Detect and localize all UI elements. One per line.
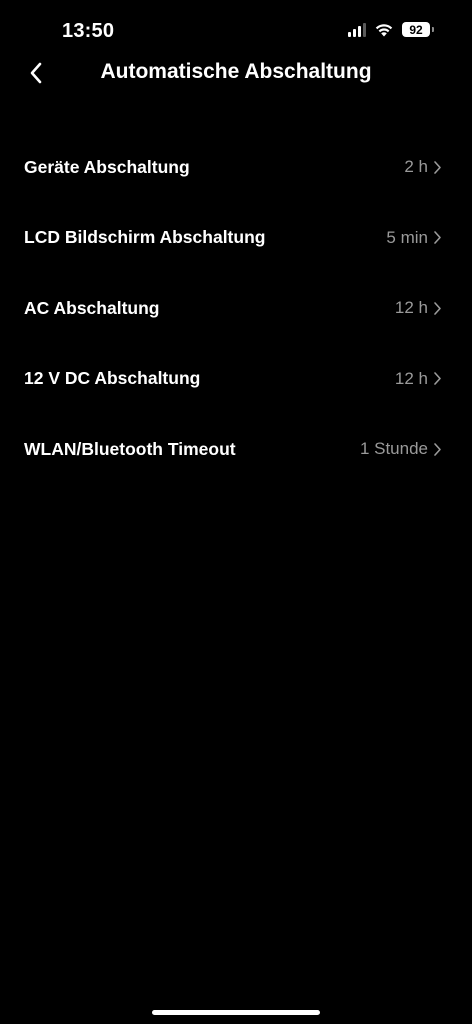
chevron-right-icon bbox=[433, 442, 442, 457]
setting-row-lcd-shutdown[interactable]: LCD Bildschirm Abschaltung 5 min bbox=[0, 203, 472, 274]
setting-value-group: 12 h bbox=[395, 369, 442, 389]
setting-value: 12 h bbox=[394, 298, 428, 318]
setting-label: Geräte Abschaltung bbox=[24, 156, 190, 177]
settings-list: Geräte Abschaltung 2 h LCD Bildschirm Ab… bbox=[0, 132, 472, 485]
setting-label: 12 V DC Abschaltung bbox=[24, 368, 201, 389]
setting-label: LCD Bildschirm Abschaltung bbox=[24, 227, 266, 248]
battery-level: 92 bbox=[409, 22, 423, 37]
setting-row-dc-shutdown[interactable]: 12 V DC Abschaltung 12 h bbox=[0, 344, 472, 415]
setting-row-wlan-bluetooth-timeout[interactable]: WLAN/Bluetooth Timeout 1 Stunde bbox=[0, 414, 472, 485]
chevron-right-icon bbox=[433, 230, 442, 245]
setting-row-device-shutdown[interactable]: Geräte Abschaltung 2 h bbox=[0, 132, 472, 203]
signal-icon bbox=[348, 22, 366, 37]
setting-value: 2 h bbox=[404, 157, 428, 177]
home-indicator[interactable] bbox=[152, 1010, 320, 1015]
page-title: Automatische Abschaltung bbox=[100, 60, 372, 83]
setting-label: AC Abschaltung bbox=[24, 297, 160, 318]
setting-value: 5 min bbox=[386, 227, 428, 247]
setting-value: 1 Stunde bbox=[359, 439, 428, 459]
setting-value-group: 5 min bbox=[386, 228, 442, 248]
status-time: 13:50 bbox=[62, 20, 115, 42]
setting-value-group: 1 Stunde bbox=[360, 439, 442, 459]
setting-label: WLAN/Bluetooth Timeout bbox=[24, 438, 236, 459]
chevron-right-icon bbox=[433, 371, 442, 386]
setting-row-ac-shutdown[interactable]: AC Abschaltung 12 h bbox=[0, 273, 472, 344]
chevron-right-icon bbox=[433, 301, 442, 316]
setting-value-group: 2 h bbox=[404, 157, 442, 177]
setting-value-group: 12 h bbox=[395, 298, 442, 318]
navigation-bar: Automatische Abschaltung bbox=[0, 50, 472, 96]
status-icons: 92 bbox=[348, 22, 434, 37]
chevron-right-icon bbox=[433, 160, 442, 175]
setting-value: 12 h bbox=[394, 368, 428, 388]
battery-icon: 92 bbox=[402, 22, 434, 37]
wifi-icon bbox=[375, 24, 393, 37]
